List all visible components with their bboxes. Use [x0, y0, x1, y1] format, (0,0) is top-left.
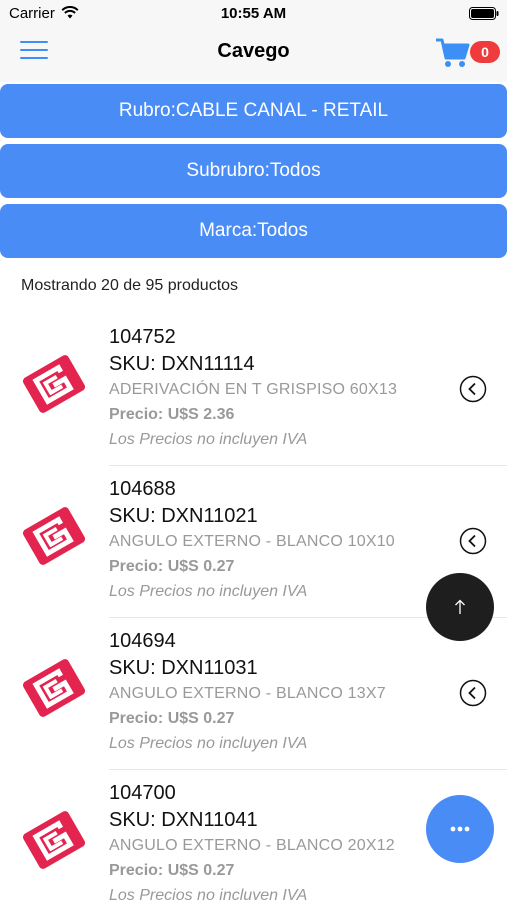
- chevron-left-circle-icon[interactable]: [459, 375, 487, 403]
- more-options-button[interactable]: [426, 795, 494, 863]
- cart-icon[interactable]: [435, 36, 471, 70]
- brand-logo-icon: [22, 355, 86, 413]
- cart-count-badge: 0: [470, 41, 500, 63]
- arrow-up-icon: [455, 599, 465, 614]
- ellipsis-icon: [450, 826, 470, 832]
- brand-logo-icon: [22, 811, 86, 869]
- product-list-item[interactable]: 104752 SKU: DXN11114 ADERIVACIÓN EN T GR…: [0, 314, 507, 466]
- brand-logo-icon: [22, 507, 86, 565]
- clock-label: 10:55 AM: [220, 5, 287, 22]
- marca-filter-button[interactable]: Marca:Todos: [0, 204, 507, 258]
- page-title: Cavego: [217, 40, 290, 62]
- product-sku: SKU: DXN11041: [109, 809, 258, 831]
- product-price: Precio: U$S 0.27: [109, 862, 235, 879]
- product-sku: SKU: DXN11031: [109, 657, 258, 679]
- status-bar: Carrier 10:55 AM: [0, 0, 507, 26]
- subrubro-filter-button[interactable]: Subrubro:Todos: [0, 144, 507, 198]
- scroll-to-top-button[interactable]: [426, 573, 494, 641]
- chevron-left-circle-icon[interactable]: [459, 527, 487, 555]
- battery-icon: [469, 7, 499, 20]
- product-iva-note: Los Precios no incluyen IVA: [109, 431, 308, 448]
- product-code: 104752: [109, 326, 176, 348]
- product-description: ADERIVACIÓN EN T GRISPISO 60X13: [109, 381, 398, 398]
- product-iva-note: Los Precios no incluyen IVA: [109, 583, 308, 600]
- results-count-label: Mostrando 20 de 95 productos: [21, 277, 239, 294]
- product-description: ANGULO EXTERNO - BLANCO 20X12: [109, 837, 395, 854]
- product-price: Precio: U$S 0.27: [109, 710, 235, 727]
- navigation-bar: Cavego 0: [0, 26, 507, 82]
- product-description: ANGULO EXTERNO - BLANCO 10X10: [109, 533, 395, 550]
- product-iva-note: Los Precios no incluyen IVA: [109, 735, 308, 752]
- product-price: Precio: U$S 0.27: [109, 558, 235, 575]
- product-code: 104694: [109, 630, 176, 652]
- product-code: 104700: [109, 782, 176, 804]
- product-sku: SKU: DXN11021: [109, 505, 258, 527]
- product-description: ANGULO EXTERNO - BLANCO 13X7: [109, 685, 386, 702]
- product-sku: SKU: DXN11114: [109, 353, 255, 375]
- product-code: 104688: [109, 478, 176, 500]
- product-price: Precio: U$S 2.36: [109, 406, 235, 423]
- rubro-filter-button[interactable]: Rubro:CABLE CANAL - RETAIL: [0, 84, 507, 138]
- product-iva-note: Los Precios no incluyen IVA: [109, 887, 308, 900]
- brand-logo-icon: [22, 659, 86, 717]
- chevron-left-circle-icon[interactable]: [459, 679, 487, 707]
